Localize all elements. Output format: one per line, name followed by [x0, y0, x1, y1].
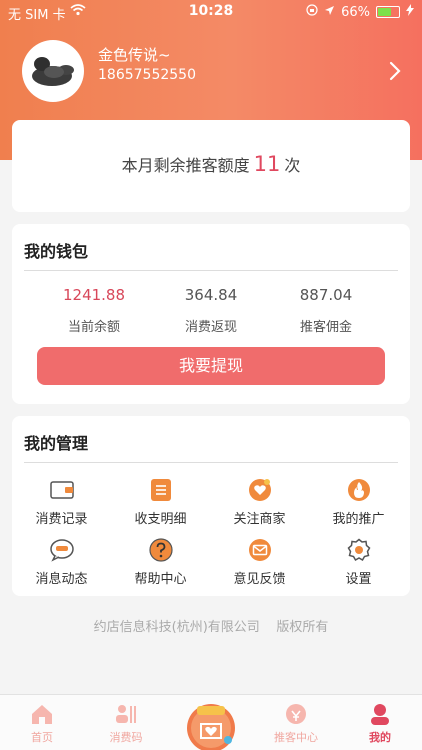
battery-percent: 66%	[341, 4, 370, 20]
rights-text: 版权所有	[276, 620, 329, 635]
divider	[24, 270, 398, 271]
chevron-right-icon[interactable]	[386, 60, 404, 82]
orientation-lock-icon	[306, 4, 318, 20]
divider	[24, 462, 398, 463]
quota-text: 本月剩余推客额度 11 次	[12, 152, 410, 176]
cashback-label: 消费返现	[184, 320, 237, 335]
menu-item-label: 帮助中心	[134, 572, 187, 587]
wallet-stat-commission[interactable]: 887.04 推客佣金	[266, 286, 386, 335]
avatar[interactable]	[22, 40, 84, 102]
management-title: 我的管理	[24, 434, 89, 453]
menu-item-consume-records[interactable]: 消费记录	[12, 478, 111, 528]
settings-icon	[347, 538, 370, 562]
menu-item-label: 消息动态	[35, 572, 88, 587]
help-icon	[148, 538, 173, 562]
menu-item-label: 设置	[345, 572, 372, 587]
tab-label: 首页	[31, 731, 53, 744]
quota-count: 11	[253, 152, 281, 176]
phone-number: 18657552550	[98, 67, 196, 83]
balance-label: 当前余额	[67, 320, 120, 335]
consume-code-icon	[116, 705, 136, 723]
menu-item-feedback[interactable]: 意见反馈	[210, 538, 309, 588]
menu-item-my-promotion[interactable]: 我的推广	[309, 478, 408, 528]
ledger-icon	[150, 479, 171, 501]
charging-icon	[406, 4, 414, 20]
quota-prefix: 本月剩余推客额度	[121, 156, 250, 175]
menu-item-followed-shops[interactable]: 关注商家	[210, 478, 309, 528]
menu-item-settings[interactable]: 设置	[309, 538, 408, 588]
menu-item-label: 关注商家	[233, 512, 286, 527]
wallet-title: 我的钱包	[24, 242, 89, 261]
promoter-center-icon	[286, 704, 306, 724]
profile-icon	[371, 704, 389, 725]
center-tab-button[interactable]	[183, 700, 239, 750]
wallet-stat-cashback[interactable]: 364.84 消费返现	[151, 286, 271, 335]
tab-label: 我的	[369, 731, 391, 744]
wallet-stat-balance[interactable]: 1241.88 当前余额	[34, 286, 154, 335]
tab-label: 推客中心	[274, 731, 318, 744]
favorite-shop-icon	[248, 479, 271, 501]
menu-item-income-expense[interactable]: 收支明细	[111, 478, 210, 528]
menu-item-label: 消费记录	[35, 512, 88, 527]
menu-item-help-center[interactable]: 帮助中心	[111, 538, 210, 588]
tab-label: 消费码	[109, 731, 143, 744]
withdraw-button[interactable]: 我要提现	[37, 347, 385, 385]
commission-label: 推客佣金	[299, 320, 352, 335]
company-name: 约店信息科技(杭州)有限公司	[93, 620, 260, 635]
menu-item-label: 意见反馈	[233, 572, 286, 587]
menu-item-label: 我的推广	[332, 512, 385, 527]
tab-consume-code[interactable]: 消费码	[84, 703, 168, 745]
menu-item-label: 收支明细	[134, 512, 187, 527]
menu-item-messages[interactable]: 消息动态	[12, 538, 111, 588]
balance-value: 1241.88	[62, 286, 126, 304]
home-icon	[32, 705, 52, 724]
copyright-footer: 约店信息科技(杭州)有限公司 版权所有	[0, 616, 422, 635]
message-icon	[49, 539, 74, 562]
location-icon	[324, 5, 335, 20]
tab-profile[interactable]: 我的	[338, 703, 422, 745]
tab-home[interactable]: 首页	[0, 703, 84, 745]
cashback-value: 364.84	[184, 286, 238, 304]
promotion-icon	[347, 479, 370, 501]
center-shop-icon	[187, 704, 235, 750]
wallet-icon	[49, 481, 74, 499]
commission-value: 887.04	[299, 286, 353, 304]
tab-promoter-center[interactable]: 推客中心	[254, 703, 338, 745]
username: 金色传说~	[98, 46, 171, 64]
battery-fill	[378, 8, 391, 16]
quota-card: 本月剩余推客额度 11 次	[12, 120, 410, 212]
quota-suffix: 次	[284, 156, 301, 175]
feedback-icon	[248, 539, 271, 561]
wallet-card: 我的钱包 1241.88 当前余额 364.84 消费返现 887.04 推客佣…	[12, 224, 410, 404]
battery-icon	[376, 6, 400, 18]
status-bar: 无 SIM 卡 10:28 66%	[0, 0, 422, 24]
avatar-image	[32, 57, 74, 86]
management-card: 我的管理 消费记录 收支明细 关注商家 我的推广 消息动态 帮助中心 意见反馈 …	[12, 416, 410, 596]
profile-header[interactable]: 金色传说~ 18657552550	[22, 40, 402, 104]
